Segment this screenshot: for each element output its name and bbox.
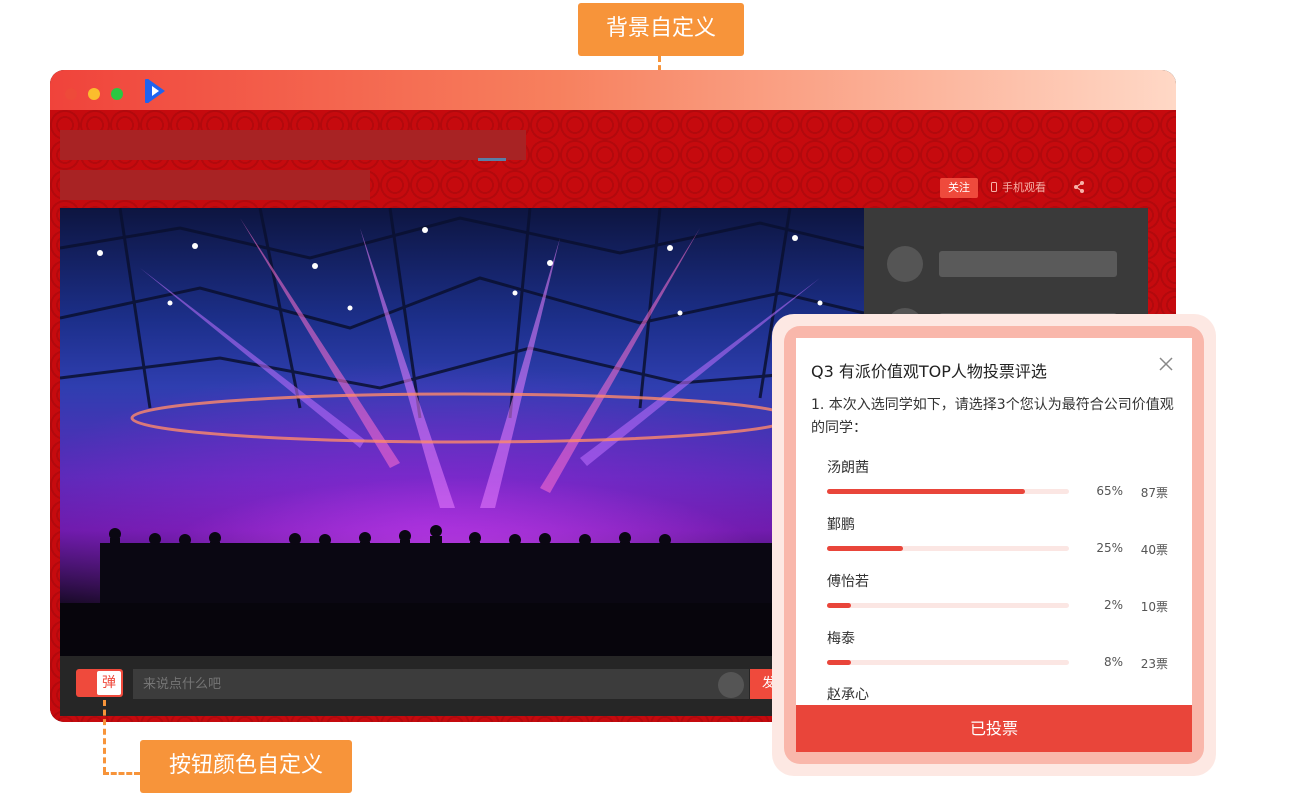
close-window-dot[interactable]: [65, 88, 77, 100]
candidate-votes: 23票: [1140, 657, 1168, 671]
app-logo-icon: [145, 79, 165, 103]
concert-stage-image: [60, 208, 864, 656]
chat-input[interactable]: [133, 669, 749, 699]
maximize-window-dot[interactable]: [111, 88, 123, 100]
candidate-name: 鄞鹏: [827, 517, 855, 533]
candidate-progress-fill: [827, 660, 852, 665]
voted-button[interactable]: 已投票: [796, 705, 1192, 752]
mobile-watch-label: 手机观看: [1002, 181, 1046, 194]
danmu-toggle[interactable]: 弹: [76, 669, 123, 697]
subtitle-placeholder: [60, 170, 370, 200]
candidate-name: 梅泰: [827, 631, 855, 647]
candidate-progress-fill: [827, 489, 1026, 494]
message-placeholder: [939, 251, 1117, 277]
candidate-progress-track: [827, 660, 1069, 665]
chat-input-bar: 弹 发送: [60, 656, 864, 716]
candidate-name: 赵承心: [827, 687, 869, 703]
candidate-name: 汤朗茜: [827, 460, 869, 476]
phone-icon: [991, 182, 997, 192]
candidate-name: 傅怡若: [827, 574, 869, 590]
callout-background-customization: 背景自定义: [578, 3, 744, 56]
mobile-watch-link[interactable]: 手机观看: [991, 179, 1046, 199]
title-bar: [50, 70, 1176, 110]
vote-question: 1. 本次入选同学如下，请选择3个您认为最符合公司价值观的同学：: [811, 397, 1174, 436]
candidate-percent: 2%: [1103, 598, 1123, 612]
candidate-percent: 65%: [1096, 484, 1123, 498]
candidate-percent: 25%: [1096, 541, 1123, 555]
candidate-progress-fill: [827, 546, 904, 551]
avatar-placeholder: [887, 246, 923, 282]
candidate-percent: 8%: [1103, 655, 1123, 669]
share-icon[interactable]: [1071, 179, 1087, 195]
follow-button[interactable]: 关注: [940, 178, 978, 198]
emoji-icon[interactable]: [718, 672, 744, 698]
close-icon[interactable]: [1158, 356, 1174, 372]
candidate-votes: 10票: [1140, 600, 1168, 614]
promo-stage: 背景自定义 关注 手机观看 弹 来说点什么吧 按钮颜色自定义 Q3 有派价值观T…: [0, 0, 1300, 800]
candidate-progress-track: [827, 603, 1069, 608]
callout-button-color-customization: 按钮颜色自定义: [140, 740, 352, 793]
title-placeholder: [60, 130, 526, 160]
vote-title: Q3 有派价值观TOP人物投票评选: [811, 362, 1047, 381]
vote-panel: Q3 有派价值观TOP人物投票评选 1. 本次入选同学如下，请选择3个您认为最符…: [796, 338, 1192, 752]
candidate-progress-track: [827, 546, 1069, 551]
minimize-window-dot[interactable]: [88, 88, 100, 100]
danmu-toggle-label: 弹: [97, 671, 121, 695]
candidate-votes: 87票: [1140, 486, 1168, 500]
title-underline: [478, 158, 506, 161]
callout-connector: [103, 772, 140, 775]
video-player[interactable]: [60, 208, 864, 656]
callout-connector: [103, 700, 106, 773]
candidate-votes: 40票: [1140, 543, 1168, 557]
candidate-progress-track: [827, 489, 1069, 494]
candidate-progress-fill: [827, 603, 852, 608]
